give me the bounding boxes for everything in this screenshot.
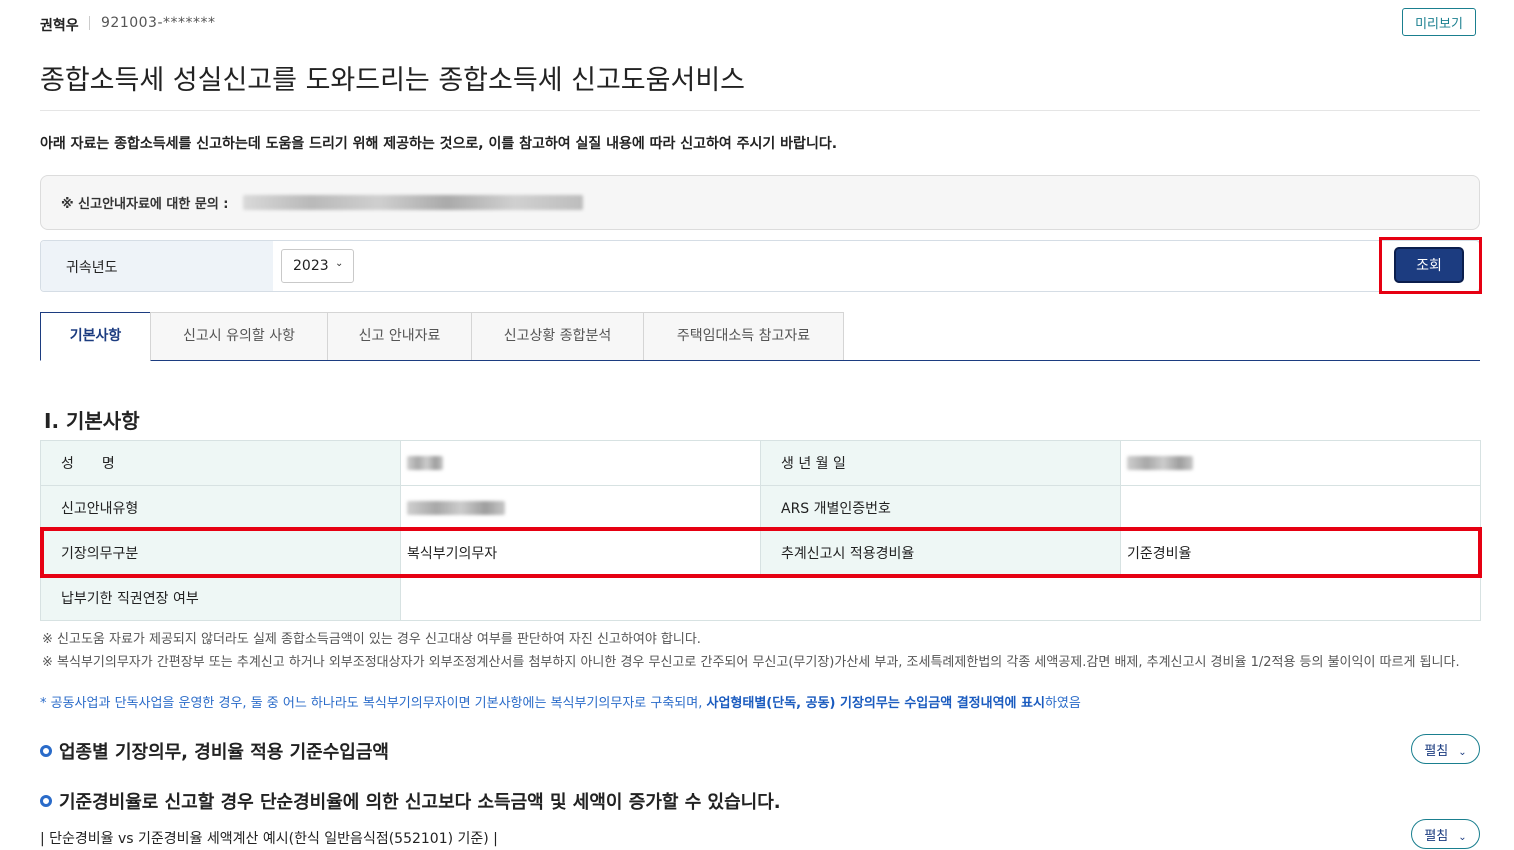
name-label: 성 명	[40, 440, 401, 486]
estimate-rate-label: 추계신고시 적용경비율	[760, 530, 1121, 576]
chevron-down-icon: ⌄	[1458, 746, 1467, 758]
name-value	[400, 440, 761, 486]
circle-bullet-icon	[40, 795, 52, 807]
tab-filing-cautions[interactable]: 신고시 유의할 사항	[150, 312, 328, 360]
note-text: ※ 신고도움 자료가 제공되지 않더라도 실제 종합소득금액이 있는 경우 신고…	[42, 632, 701, 647]
user-bar: 권혁우 921003-******* 미리보기	[40, 8, 1480, 36]
page-title: 종합소득세 성실신고를 도와드리는 종합소득세 신고도움서비스	[40, 65, 746, 96]
tab-basic-info[interactable]: 기본사항	[40, 312, 151, 361]
table-row: 기장의무구분 복식부기의무자 추계신고시 적용경비율 기준경비율	[40, 530, 1481, 576]
year-select[interactable]: 2023 ⌄	[281, 249, 354, 283]
expand-label: 펼침	[1424, 828, 1449, 844]
chevron-down-icon: ⌄	[1458, 831, 1467, 843]
expand-label: 펼침	[1424, 743, 1449, 759]
example-caption: | 단순경비율 vs 기준경비율 세액계산 예시(한식 일반음식점(552101…	[40, 831, 498, 847]
tab-bar: 기본사항 신고시 유의할 사항 신고 안내자료 신고상황 종합분석 주택임대소득…	[40, 312, 1480, 361]
extension-label: 납부기한 직권연장 여부	[40, 575, 401, 621]
year-select-value: 2023	[293, 258, 329, 274]
guide-type-label: 신고안내유형	[40, 485, 401, 531]
note-blue-text: * 공동사업과 단독사업을 운영한 경우, 둘 중 어느 하나라도 복식부기의무…	[40, 696, 707, 711]
basic-info-table: 성 명 생 년 월 일 신고안내유형 ARS 개별인증번호 기장의무구분 복식부…	[40, 440, 1481, 621]
intro-text: 아래 자료는 종합소득세를 신고하는데 도움을 드리기 위해 제공하는 것으로,…	[40, 136, 838, 152]
industry-heading-text: 업종별 기장의무, 경비율 적용 기준수입금액	[59, 742, 389, 763]
table-row: 성 명 생 년 월 일	[40, 440, 1481, 486]
table-row: 납부기한 직권연장 여부	[40, 575, 1481, 621]
section-title: Ⅰ. 기본사항	[44, 409, 140, 433]
birth-label: 생 년 월 일	[760, 440, 1121, 486]
user-name: 권혁우	[40, 18, 79, 34]
ars-value	[1120, 485, 1481, 531]
year-label-cell: 귀속년도	[41, 241, 273, 291]
expand-button[interactable]: 펼침 ⌄	[1411, 734, 1480, 764]
divider	[40, 110, 1480, 111]
tab-filing-guide[interactable]: 신고 안내자료	[327, 312, 472, 360]
extension-value	[400, 575, 1481, 621]
note-blue-text-end: 하였음	[1044, 696, 1081, 711]
bookkeeping-value: 복식부기의무자	[400, 530, 761, 576]
ars-label: ARS 개별인증번호	[760, 485, 1121, 531]
estimate-rate-value: 기준경비율	[1120, 530, 1481, 576]
birth-value	[1120, 440, 1481, 486]
circle-bullet-icon	[40, 745, 52, 757]
expand-button[interactable]: 펼침 ⌄	[1411, 819, 1480, 849]
note-blue-bold: 사업형태별(단독, 공동) 기장의무는 수입금액 결정내역에 표시	[706, 696, 1045, 711]
standard-rate-heading-text: 기준경비율로 신고할 경우 단순경비율에 의한 신고보다 소득금액 및 세액이 …	[59, 792, 781, 813]
preview-button[interactable]: 미리보기	[1402, 8, 1476, 36]
standard-rate-heading: 기준경비율로 신고할 경우 단순경비율에 의한 신고보다 소득금액 및 세액이 …	[40, 788, 781, 814]
inquiry-box: ※ 신고안내자료에 대한 문의 :	[40, 175, 1480, 230]
search-button[interactable]: 조회	[1394, 247, 1464, 283]
user-id: 921003-*******	[101, 15, 216, 31]
tab-housing-rental[interactable]: 주택임대소득 참고자료	[643, 312, 844, 360]
bookkeeping-label: 기장의무구분	[40, 530, 401, 576]
chevron-down-icon: ⌄	[335, 258, 344, 269]
year-label: 귀속년도	[66, 260, 118, 276]
redacted-contact	[243, 195, 583, 210]
note-text: ※ 복식부기의무자가 간편장부 또는 추계신고 하거나 외부조정대상자가 외부조…	[42, 655, 1460, 670]
table-row: 신고안내유형 ARS 개별인증번호	[40, 485, 1481, 531]
inquiry-label: ※ 신고안내자료에 대한 문의 :	[61, 197, 229, 212]
industry-heading: 업종별 기장의무, 경비율 적용 기준수입금액	[40, 738, 389, 764]
divider	[89, 16, 90, 30]
year-filter: 귀속년도 2023 ⌄	[40, 240, 1480, 292]
note-joint-business: * 공동사업과 단독사업을 운영한 경우, 둘 중 어느 하나라도 복식부기의무…	[40, 692, 1081, 711]
tab-comprehensive-analysis[interactable]: 신고상황 종합분석	[471, 312, 644, 360]
guide-type-value	[400, 485, 761, 531]
